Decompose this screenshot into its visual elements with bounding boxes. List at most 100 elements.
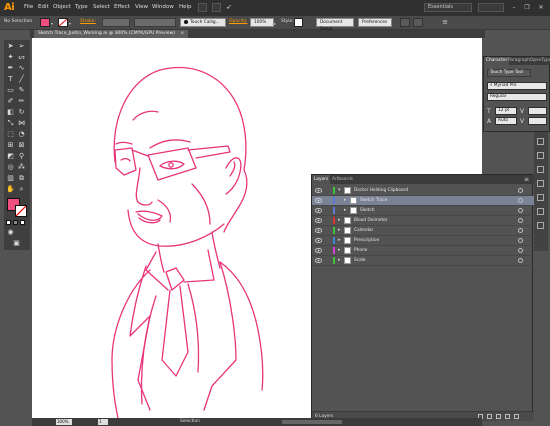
swatches-panel-icon[interactable] [537, 138, 544, 145]
bridge-icon[interactable] [198, 3, 207, 12]
symbol-sprayer-tool-icon[interactable]: ⁂ [17, 163, 26, 172]
zoom-field[interactable]: 300% [56, 419, 72, 425]
layer-row[interactable]: ▸ Blood Oximeter [312, 216, 534, 226]
transparency-panel-icon[interactable] [537, 208, 544, 215]
none-mode-icon[interactable] [20, 220, 25, 225]
layer-row[interactable]: ▾ Doctor Holding Clipboard [312, 186, 534, 196]
layer-name[interactable]: Sketch Trace [360, 196, 387, 205]
screen-mode-icon[interactable]: ▣ [12, 239, 21, 248]
gradient-mode-icon[interactable] [13, 220, 18, 225]
color-mode-icon[interactable] [6, 220, 11, 225]
lasso-tool-icon[interactable]: ᔕ [17, 53, 26, 62]
layer-name[interactable]: Blood Oximeter [354, 216, 388, 225]
tracking-field[interactable] [528, 117, 547, 125]
rectangle-tool-icon[interactable]: ▭ [6, 86, 15, 95]
artboard-number-field[interactable]: 1 [98, 419, 108, 425]
brushes-panel-icon[interactable] [537, 152, 544, 159]
menu-edit[interactable]: Edit [38, 4, 49, 10]
arrange-documents-icon[interactable] [212, 3, 221, 12]
perspective-grid-tool-icon[interactable]: ⊞ [6, 141, 15, 150]
opacity-label[interactable]: Opacity: [229, 19, 248, 24]
brush-definition[interactable]: Touch Callig... [180, 18, 226, 27]
layer-row[interactable]: ▸ Sketch Trace [312, 196, 534, 206]
magic-wand-tool-icon[interactable]: ✦ [6, 53, 15, 62]
pen-tool-icon[interactable]: ✒ [6, 64, 15, 73]
align-icon[interactable] [400, 18, 410, 27]
menu-select[interactable]: Select [93, 4, 110, 10]
fill-dropdown-icon[interactable]: ▾ [51, 21, 53, 26]
workspace-switcher[interactable]: Essentials [424, 3, 472, 12]
document-setup-button[interactable]: Document Setup [316, 18, 354, 32]
visibility-eye-icon[interactable] [314, 208, 323, 213]
pencil-tool-icon[interactable]: ✏ [17, 97, 26, 106]
layer-name[interactable]: Prescription [354, 236, 379, 245]
document-tab[interactable]: Sketch Trace_Justin_Working.ai @ 300% (C… [34, 30, 189, 38]
scale-tool-icon[interactable]: ⤡ [6, 119, 15, 128]
make-clipping-mask-icon[interactable] [487, 414, 492, 419]
lock-toggle-icon[interactable] [325, 248, 330, 253]
opacity-dropdown-icon[interactable]: ▸ [274, 21, 276, 26]
layer-name[interactable]: Doctor Holding Clipboard [354, 186, 408, 195]
target-circle-icon[interactable] [518, 238, 523, 243]
lock-toggle-icon[interactable] [325, 258, 330, 263]
layer-row[interactable]: ▸ Calendar [312, 226, 534, 236]
hand-tool-icon[interactable]: ✋ [6, 185, 15, 194]
expand-arrow-icon[interactable]: ▸ [344, 196, 347, 205]
blend-tool-icon[interactable]: ◎ [6, 163, 15, 172]
lock-toggle-icon[interactable] [325, 238, 330, 243]
layer-row[interactable]: ▸ Scale [312, 256, 534, 266]
stroke-color-swatch[interactable] [15, 205, 27, 217]
target-circle-icon[interactable] [518, 258, 523, 263]
leading-field[interactable]: Auto [495, 117, 517, 125]
menu-help[interactable]: Help [179, 4, 192, 10]
tab-layers[interactable]: Layers [312, 175, 331, 184]
menu-type[interactable]: Type [75, 4, 88, 10]
expand-arrow-icon[interactable]: ▸ [344, 206, 347, 215]
layer-row[interactable]: ▸ Sketch [312, 206, 534, 216]
type-tool-icon[interactable]: T [6, 75, 15, 84]
draw-mode-icon[interactable]: ◉ [6, 228, 15, 237]
touch-type-tool-button[interactable]: Touch Type Tool [487, 69, 531, 77]
font-family-field[interactable]: ⌕ Myriad Pro [487, 82, 547, 90]
expand-arrow-icon[interactable]: ▾ [338, 186, 341, 195]
line-tool-icon[interactable]: ╱ [17, 75, 26, 84]
current-tool-status[interactable]: Selection [180, 419, 200, 424]
column-graph-tool-icon[interactable]: ▥ [6, 174, 15, 183]
layer-row[interactable]: ▸ Prescription [312, 236, 534, 246]
target-circle-icon[interactable] [518, 248, 523, 253]
target-circle-icon[interactable] [518, 208, 523, 213]
tab-artboards[interactable]: Artboards [330, 175, 355, 184]
close-button[interactable]: ✕ [535, 3, 547, 12]
zoom-tool-icon[interactable]: ⌕ [17, 185, 26, 194]
stroke-label[interactable]: Stroke: [80, 19, 96, 24]
search-stock-field[interactable] [478, 3, 504, 12]
appearance-panel-icon[interactable] [537, 222, 544, 229]
fill-swatch[interactable] [40, 18, 50, 27]
curvature-tool-icon[interactable]: ∿ [17, 64, 26, 73]
visibility-eye-icon[interactable] [314, 218, 323, 223]
horizontal-scrollbar[interactable] [282, 420, 342, 424]
gradient-panel-icon[interactable] [537, 194, 544, 201]
expand-arrow-icon[interactable]: ▸ [338, 246, 341, 255]
shape-builder-tool-icon[interactable]: ◔ [17, 130, 26, 139]
layer-name[interactable]: Calendar [354, 226, 373, 235]
panel-menu-icon[interactable]: ≡ [440, 18, 450, 27]
width-tool-icon[interactable]: ⋈ [17, 119, 26, 128]
graphic-style-swatch[interactable] [294, 18, 303, 27]
target-circle-icon[interactable] [518, 218, 523, 223]
mesh-tool-icon[interactable]: ⊠ [17, 141, 26, 150]
preferences-button[interactable]: Preferences [358, 18, 392, 27]
kerning-field[interactable] [528, 107, 547, 115]
lock-toggle-icon[interactable] [325, 218, 330, 223]
menu-view[interactable]: View [135, 4, 148, 10]
menu-effect[interactable]: Effect [114, 4, 130, 10]
variable-width-profile[interactable] [134, 18, 176, 27]
create-new-layer-icon[interactable] [505, 414, 510, 419]
symbols-panel-icon[interactable] [537, 166, 544, 173]
stroke-weight-field[interactable] [102, 18, 130, 27]
visibility-eye-icon[interactable] [314, 248, 323, 253]
rotate-tool-icon[interactable]: ↻ [17, 108, 26, 117]
layer-name[interactable]: Phone [354, 246, 367, 255]
layer-row[interactable]: ▸ Phone [312, 246, 534, 256]
visibility-eye-icon[interactable] [314, 188, 323, 193]
